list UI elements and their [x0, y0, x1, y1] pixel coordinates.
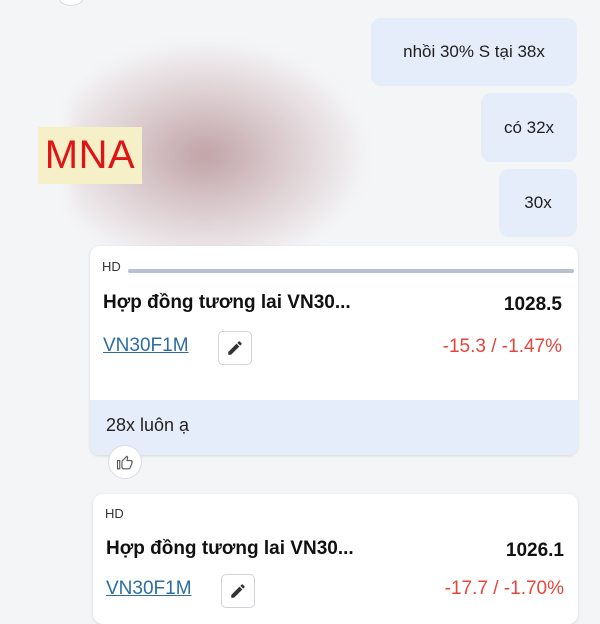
futures-card[interactable]: HD Hợp đồng tương lai VN30... 1026.1 VN3…: [93, 494, 578, 624]
card-footer-message[interactable]: 28x luôn ạ: [90, 400, 578, 455]
contract-symbol-link[interactable]: VN30F1M: [103, 335, 189, 357]
card-tag: HD: [105, 506, 124, 521]
contract-symbol-link[interactable]: VN30F1M: [106, 578, 192, 600]
watermark-label: MNA: [38, 127, 142, 184]
futures-card[interactable]: HD Hợp đồng tương lai VN30... 1028.5 VN3…: [90, 246, 578, 455]
like-button[interactable]: [108, 445, 142, 479]
thumbs-up-icon: [116, 455, 133, 470]
price-change: -15.3 / -1.47%: [442, 336, 562, 357]
contract-price: 1028.5: [503, 294, 562, 315]
card-tag: HD: [102, 259, 121, 274]
message-bubble[interactable]: có 32x: [481, 93, 577, 162]
edit-button[interactable]: [221, 574, 255, 608]
message-text: 30x: [524, 193, 552, 212]
message-bubble[interactable]: nhồi 30% S tại 38x: [371, 18, 577, 86]
contract-title: Hợp đồng tương lai VN30...: [106, 538, 354, 559]
reaction-button-top[interactable]: [58, 0, 84, 6]
contract-price: 1026.1: [505, 540, 564, 561]
message-bubble[interactable]: 30x: [499, 169, 577, 237]
contract-title: Hợp đồng tương lai VN30...: [103, 292, 351, 313]
message-text: nhồi 30% S tại 38x: [403, 42, 545, 61]
pencil-icon: [228, 341, 242, 355]
pencil-icon: [231, 584, 245, 598]
edit-button[interactable]: [218, 331, 252, 365]
message-text: có 32x: [503, 117, 555, 137]
price-change: -17.7 / -1.70%: [444, 578, 564, 599]
card-divider: [128, 269, 574, 273]
footer-text: 28x luôn ạ: [106, 415, 190, 435]
